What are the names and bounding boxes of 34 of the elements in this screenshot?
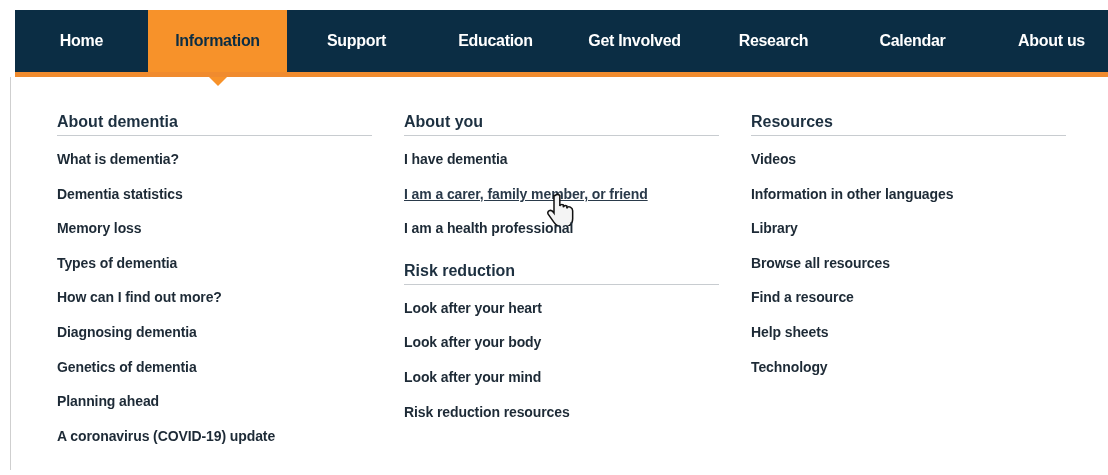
menu-link[interactable]: What is dementia?	[57, 151, 179, 167]
menu-link[interactable]: Browse all resources	[751, 254, 890, 271]
menu-link[interactable]: Dementia statistics	[57, 185, 183, 202]
nav-tab[interactable]: Calendar	[843, 10, 982, 72]
nav-tab[interactable]: Education	[426, 10, 565, 72]
menu-link[interactable]: Planning ahead	[57, 393, 160, 410]
menu-link[interactable]: Look after your body	[404, 334, 542, 351]
section-heading: About dementia	[57, 113, 372, 136]
menu-link[interactable]: Find a resource	[751, 289, 854, 306]
menu-link[interactable]: Help sheets	[751, 323, 829, 340]
menu-link[interactable]: Diagnosing dementia	[57, 323, 197, 340]
menu-link[interactable]: I am a carer, family member, or friend	[404, 185, 648, 202]
menu-link[interactable]: Technology	[751, 358, 828, 375]
menu-link[interactable]: Library	[751, 220, 798, 237]
menu-link[interactable]: Types of dementia	[57, 254, 178, 271]
menu-link[interactable]: Memory loss	[57, 220, 142, 237]
nav-tab[interactable]: Home	[15, 10, 148, 72]
menu-link[interactable]: Information in other languages	[751, 185, 954, 202]
nav-tab[interactable]: About us	[982, 10, 1108, 72]
menu-link[interactable]: How can I find out more?	[57, 289, 222, 306]
nav-tab[interactable]: Research	[704, 10, 843, 72]
menu-link[interactable]: Risk reduction resources	[404, 403, 570, 420]
section-heading: Risk reduction	[404, 261, 719, 285]
menu-link[interactable]: Genetics of dementia	[57, 358, 197, 375]
menu-link[interactable]: A coronavirus (COVID-19) update	[57, 427, 276, 444]
menu-link[interactable]: I am a health professional	[404, 220, 574, 237]
nav-tab[interactable]: Support	[287, 10, 426, 72]
section-heading: About you	[404, 113, 719, 136]
menu-link[interactable]: Look after your heart	[404, 299, 542, 316]
menu-link[interactable]: Videos	[751, 151, 797, 167]
section-heading: Resources	[751, 113, 1066, 136]
menu-link[interactable]: Look after your mind	[404, 368, 542, 385]
menu-link[interactable]: I have dementia	[404, 151, 508, 167]
nav-tab[interactable]: Get Involved	[565, 10, 704, 72]
